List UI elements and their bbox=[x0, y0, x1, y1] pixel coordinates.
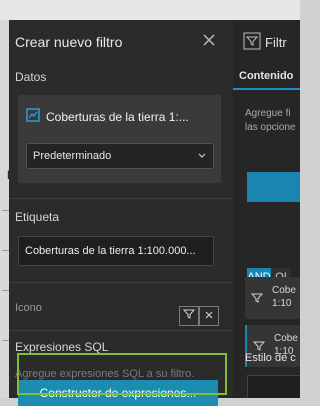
clear-icon-button[interactable] bbox=[199, 306, 219, 326]
label-input[interactable]: Coberturas de la tierra 1:100.000... bbox=[18, 236, 214, 266]
select-value: Predeterminado bbox=[33, 150, 112, 162]
sql-section-label: Expresiones SQL bbox=[15, 340, 109, 354]
layer-name: Coberturas de la tierra 1:... bbox=[46, 110, 189, 124]
chevron-down-icon bbox=[197, 150, 207, 163]
icon-section-label: Icono bbox=[15, 302, 42, 314]
filter-side-panel: Filtr Contenido Agregue fi las opcione A… bbox=[233, 20, 300, 398]
close-icon bbox=[204, 307, 214, 325]
label-section-label: Etiqueta bbox=[15, 210, 60, 224]
sql-hint: Agregue expresiones SQL a su filtro. bbox=[15, 368, 195, 380]
panel-title: Crear nuevo filtro bbox=[15, 34, 123, 50]
filter-icon bbox=[243, 32, 261, 55]
divider bbox=[9, 282, 233, 283]
expression-builder-button[interactable]: Constructor de expresiones... bbox=[18, 380, 218, 406]
side-desc-line1: Agregue fi bbox=[245, 108, 291, 119]
active-tab-indicator bbox=[233, 88, 300, 90]
top-bar bbox=[0, 0, 300, 20]
filter-condition[interactable]: Cobe 1:10 bbox=[245, 277, 300, 319]
filter-icon-button[interactable] bbox=[179, 306, 199, 326]
condition-text: Cobe bbox=[272, 285, 296, 296]
style-thumbnail[interactable] bbox=[247, 375, 300, 398]
side-panel-title: Filtr bbox=[265, 35, 287, 50]
data-view-select[interactable]: Predeterminado bbox=[26, 143, 214, 169]
condition-subtext: 1:10 bbox=[272, 298, 292, 309]
data-source-box: Coberturas de la tierra 1:... Predetermi… bbox=[18, 95, 221, 183]
divider bbox=[9, 198, 233, 199]
layer-item[interactable]: Coberturas de la tierra 1:... bbox=[26, 107, 214, 127]
style-label: Estilo de c bbox=[245, 352, 296, 364]
create-filter-panel: Crear nuevo filtro Datos Coberturas de l… bbox=[9, 20, 234, 406]
tab-contenido[interactable]: Contenido bbox=[239, 70, 293, 82]
data-section-label: Datos bbox=[15, 70, 47, 84]
divider bbox=[9, 330, 233, 331]
new-filter-button[interactable] bbox=[247, 172, 300, 202]
filter-icon bbox=[182, 307, 196, 325]
side-desc-line2: las opcione bbox=[245, 122, 296, 133]
condition-text: Cobe bbox=[274, 333, 298, 344]
close-icon[interactable] bbox=[199, 30, 219, 50]
filter-icon bbox=[250, 291, 264, 309]
layer-icon bbox=[26, 107, 40, 127]
